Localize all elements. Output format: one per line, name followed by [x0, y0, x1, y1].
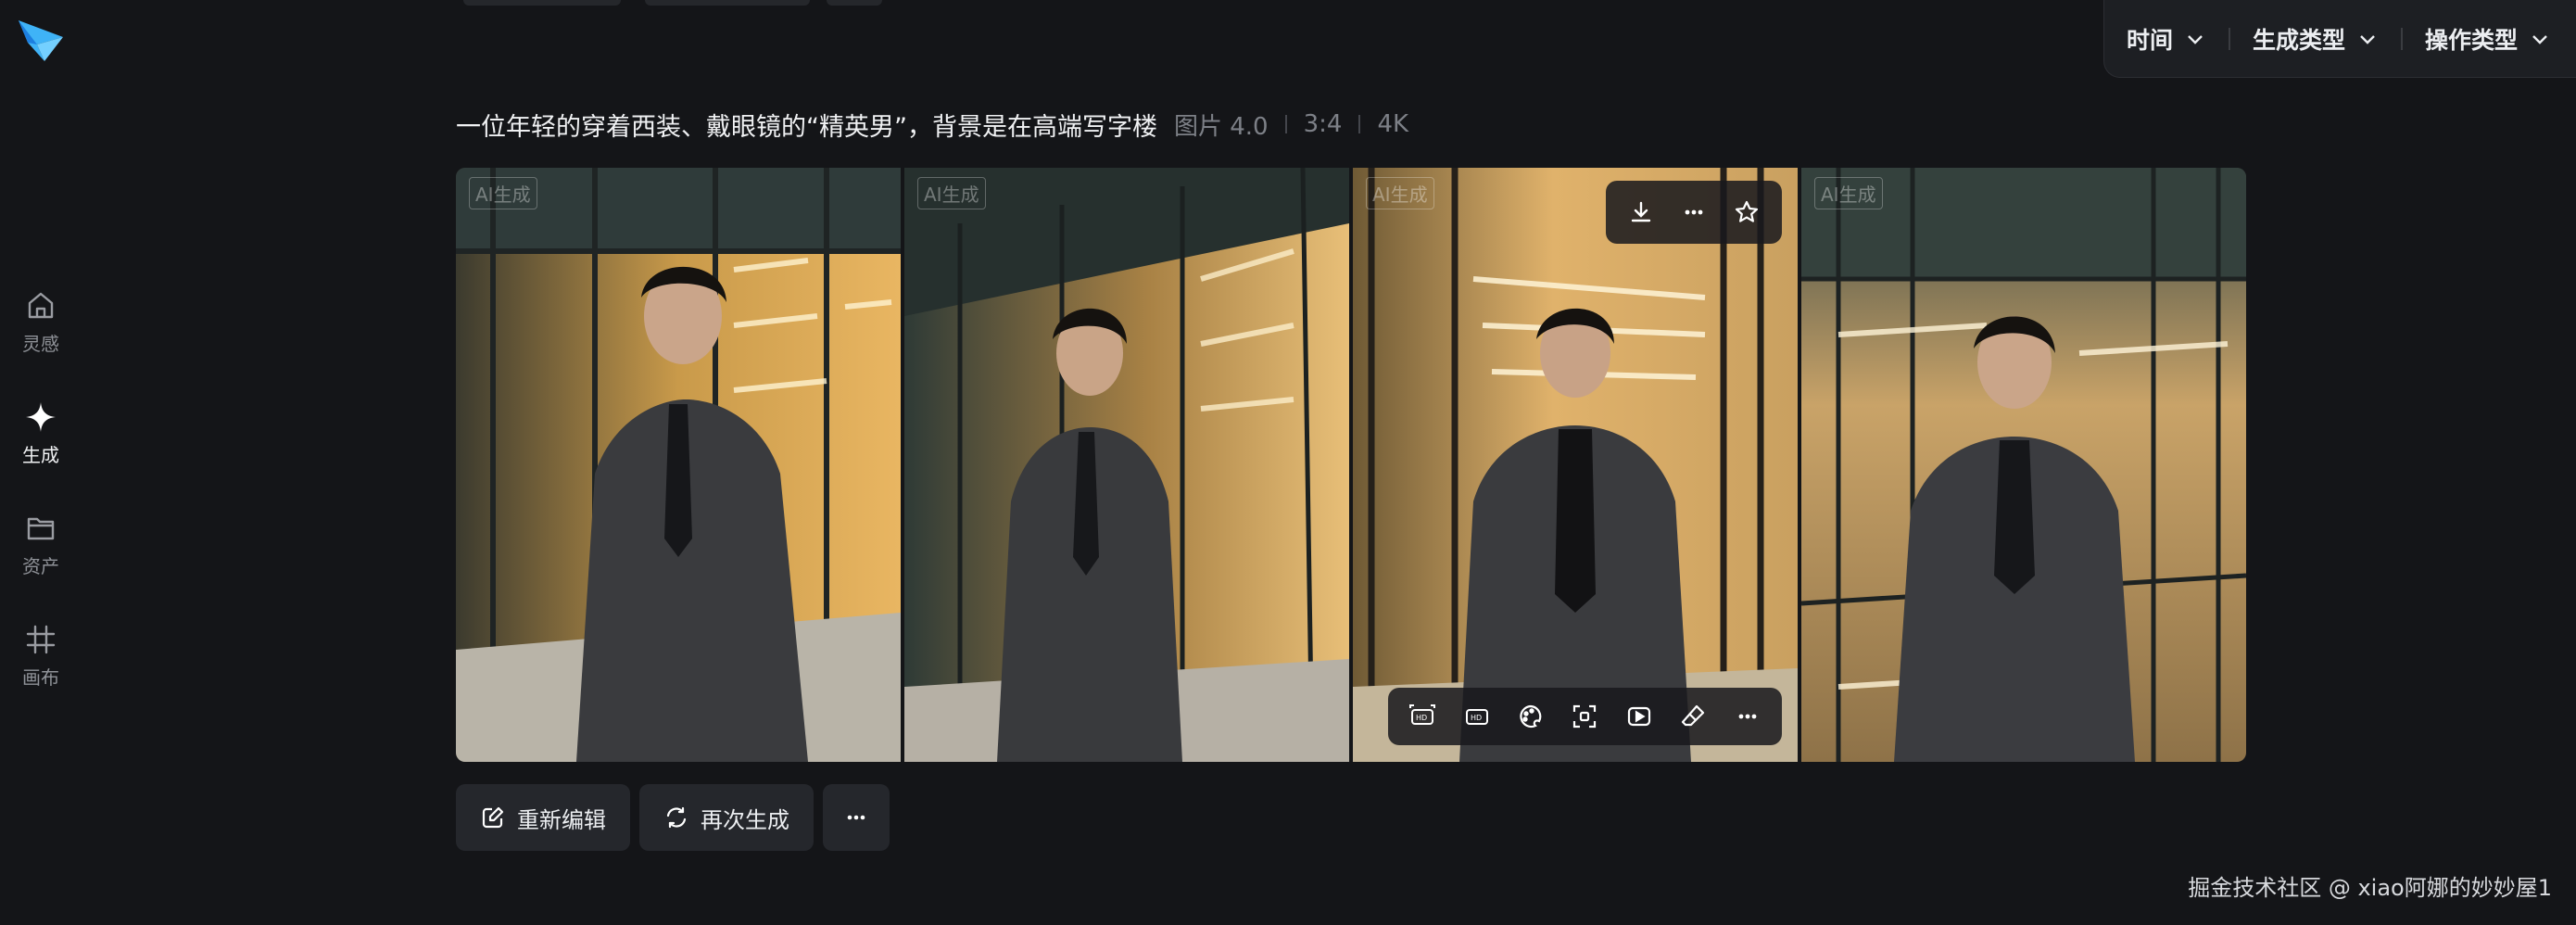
video-button[interactable] — [1619, 696, 1660, 737]
hd-expand-button[interactable]: HD — [1402, 696, 1443, 737]
more-icon — [1685, 209, 1703, 215]
sidebar-item-generate[interactable]: 生成 — [0, 391, 82, 475]
resolution: 4K — [1377, 110, 1409, 138]
star-icon — [1735, 200, 1758, 222]
folder-icon — [27, 517, 55, 539]
aspect-ratio: 3:4 — [1303, 110, 1343, 138]
image-content — [1353, 168, 1798, 762]
sidebar-item-label: 资产 — [22, 554, 59, 577]
ai-watermark: AI生成 — [469, 177, 537, 209]
ai-watermark: AI生成 — [917, 177, 986, 209]
palette-icon — [1520, 704, 1542, 729]
image-hover-toolbar-bottom: HD HD — [1388, 688, 1782, 745]
reedit-button[interactable]: 重新编辑 — [456, 784, 630, 851]
home-icon — [28, 292, 54, 318]
divider — [2229, 27, 2231, 50]
divider — [2401, 27, 2404, 50]
clipped-button — [645, 0, 810, 6]
more-icon — [1738, 714, 1757, 719]
sidebar-item-label: 画布 — [22, 665, 59, 689]
model-version: 图片 4.0 — [1173, 112, 1269, 141]
image-content — [456, 168, 901, 762]
chevron-down-icon — [2532, 34, 2547, 44]
chevron-down-icon — [2360, 34, 2375, 44]
chevron-down-icon — [2188, 34, 2203, 44]
prompt-line: 一位年轻的穿着西装、戴眼镜的“精英男”，背景是在高端写字楼 图片 4.0 3:4… — [456, 104, 1408, 145]
generated-image-3[interactable]: AI生成 — [1353, 168, 1798, 762]
more-actions-button[interactable] — [823, 784, 890, 851]
regenerate-label: 再次生成 — [701, 806, 789, 833]
credit-watermark: 掘金技术社区 @ xiao阿娜的妙妙屋1 — [2188, 875, 2552, 901]
clipped-button — [827, 0, 882, 6]
divider — [1358, 115, 1361, 133]
svg-text:HD: HD — [1471, 714, 1482, 722]
play-icon — [1627, 706, 1650, 727]
frame-icon — [26, 625, 56, 653]
eraser-icon — [1682, 704, 1705, 727]
generated-image-2[interactable]: AI生成 — [904, 168, 1349, 762]
filter-generation-type[interactable]: 生成类型 — [2253, 22, 2379, 56]
sidebar-item-assets[interactable]: 资产 — [0, 502, 82, 586]
edit-icon — [482, 806, 504, 829]
sidebar-item-canvas[interactable]: 画布 — [0, 614, 82, 697]
app-root: 灵感 生成 资产 画布 时间 生成类型 操作类型 一位年轻的穿着西装、戴眼镜的“… — [0, 0, 2576, 925]
image-content — [1801, 168, 2246, 762]
sidebar-item-label: 生成 — [22, 443, 59, 466]
sidebar-item-inspiration[interactable]: 灵感 — [0, 280, 82, 363]
more-icon — [847, 815, 865, 820]
regenerate-button[interactable]: 再次生成 — [639, 784, 814, 851]
refresh-icon — [666, 806, 687, 829]
filter-operation-type[interactable]: 操作类型 — [2425, 22, 2551, 56]
erase-button[interactable] — [1673, 696, 1713, 737]
image-grid: AI生成 AI生成 AI生成 AI生成 — [456, 168, 2246, 762]
filter-time[interactable]: 时间 — [2127, 22, 2206, 56]
download-icon — [1632, 201, 1651, 222]
filter-generation-type-label: 生成类型 — [2253, 26, 2346, 54]
clipped-button — [463, 0, 621, 6]
hd-button[interactable]: HD — [1457, 696, 1497, 737]
svg-text:HD: HD — [1416, 714, 1427, 722]
app-logo[interactable] — [17, 17, 65, 63]
sidebar: 灵感 生成 资产 画布 — [0, 0, 82, 925]
more-button[interactable] — [1727, 696, 1768, 737]
generated-image-4[interactable]: AI生成 — [1801, 168, 2246, 762]
favorite-button[interactable] — [1726, 192, 1767, 233]
hd-icon: HD — [1465, 709, 1488, 725]
focus-icon — [1573, 704, 1597, 729]
prompt-text[interactable]: 一位年轻的穿着西装、戴眼镜的“精英男”，背景是在高端写字楼 — [456, 107, 1157, 143]
filter-bar: 时间 生成类型 操作类型 — [2103, 0, 2576, 78]
sparkle-icon — [26, 401, 56, 432]
reedit-label: 重新编辑 — [517, 806, 606, 833]
more-button[interactable] — [1673, 192, 1714, 233]
download-button[interactable] — [1621, 192, 1661, 233]
focus-button[interactable] — [1564, 696, 1605, 737]
generated-image-1[interactable]: AI生成 — [456, 168, 901, 762]
filter-operation-type-label: 操作类型 — [2425, 26, 2519, 54]
hd-expand-icon: HD — [1409, 704, 1436, 725]
image-hover-toolbar-top — [1606, 181, 1782, 244]
action-bar: 重新编辑 再次生成 — [456, 784, 890, 851]
ai-watermark: AI生成 — [1366, 177, 1434, 209]
divider — [1284, 115, 1287, 133]
sidebar-item-label: 灵感 — [22, 332, 59, 355]
ai-watermark: AI生成 — [1814, 177, 1883, 209]
filter-time-label: 时间 — [2127, 26, 2174, 54]
style-button[interactable] — [1510, 696, 1551, 737]
image-content — [904, 168, 1349, 762]
